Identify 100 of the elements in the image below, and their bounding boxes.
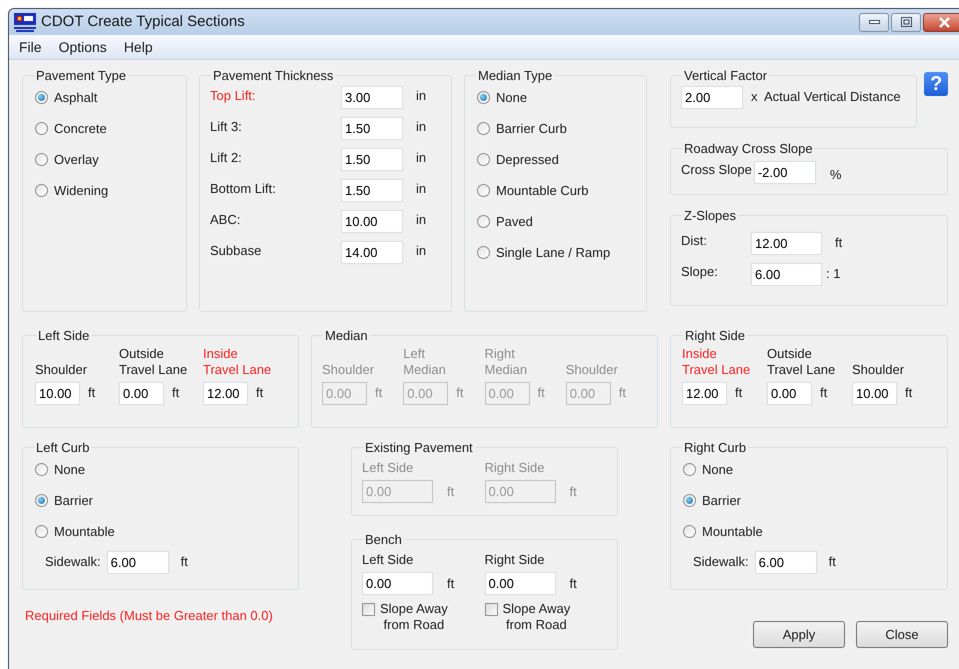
radio-button[interactable] xyxy=(477,246,490,259)
unit-label: ft xyxy=(172,384,180,402)
help-button[interactable]: ? xyxy=(924,72,948,96)
number-field[interactable]: 10.00 xyxy=(35,382,80,404)
radio-label: Mountable Curb xyxy=(496,182,588,200)
radio-button[interactable] xyxy=(35,122,48,135)
field-label: Bottom Lift: xyxy=(210,180,277,198)
radio-label: Widening xyxy=(54,182,108,200)
unit-label: ft xyxy=(256,384,264,402)
radio-label: Mountable xyxy=(54,522,115,541)
group-title: Roadway Cross Slope xyxy=(683,140,814,158)
unit-label: in xyxy=(416,118,426,134)
minimize-button[interactable] xyxy=(859,12,889,32)
field-label: Left Side xyxy=(362,550,414,568)
radio-button[interactable] xyxy=(683,463,696,476)
unit-label: in xyxy=(416,150,426,164)
number-field[interactable]: 1.50 xyxy=(341,178,403,202)
unit-label: ft xyxy=(735,384,742,402)
number-field[interactable]: 0.00 xyxy=(362,572,433,595)
field-label: Left Median xyxy=(403,346,447,378)
number-field[interactable]: 2.00 xyxy=(681,86,743,108)
menu-item[interactable]: Help xyxy=(124,36,153,58)
menu-item[interactable]: File xyxy=(19,36,42,58)
unit-label: ft xyxy=(835,235,842,250)
group-title: Z-Slopes xyxy=(683,207,738,225)
number-field[interactable]: 1.50 xyxy=(341,148,403,170)
field-label: Right Side xyxy=(484,458,546,477)
radio-button[interactable] xyxy=(35,184,48,197)
radio-button[interactable] xyxy=(477,215,490,228)
number-field[interactable]: 12.00 xyxy=(751,232,822,254)
unit-label: ft xyxy=(538,384,545,402)
number-field[interactable]: 12.00 xyxy=(682,382,727,404)
unit-label: in xyxy=(416,242,426,258)
number-field[interactable]: 3.00 xyxy=(341,86,403,108)
field-label: Outside Travel Lane xyxy=(767,346,836,378)
number-field[interactable]: 6.00 xyxy=(754,550,817,574)
number-field[interactable]: 0.00 xyxy=(484,572,556,595)
radio-button[interactable] xyxy=(35,153,48,166)
unit-label: ft xyxy=(180,554,188,570)
radio-button[interactable] xyxy=(683,494,696,507)
group-title: Right Side xyxy=(684,327,746,345)
group-title: Median xyxy=(324,327,369,345)
radio-button[interactable] xyxy=(35,494,48,507)
unit-label: ft xyxy=(447,482,454,501)
number-field[interactable]: 12.00 xyxy=(203,382,248,404)
radio-button[interactable] xyxy=(683,525,696,538)
checkbox-label: Slope Away from Road xyxy=(380,601,448,633)
unit-label: : 1 xyxy=(826,266,840,282)
radio-button[interactable] xyxy=(35,525,48,538)
radio-label: Barrier xyxy=(54,492,94,510)
group-title: Left Curb xyxy=(35,439,90,457)
radio-button[interactable] xyxy=(35,463,48,476)
number-field[interactable]: 14.00 xyxy=(341,240,403,264)
checkbox[interactable] xyxy=(484,603,498,616)
field-label: ABC: xyxy=(210,210,242,228)
field-label: Cross Slope xyxy=(681,160,752,179)
number-field[interactable]: 1.50 xyxy=(341,116,403,140)
field-label: Sidewalk: xyxy=(45,553,101,572)
field-label: Lift 2: xyxy=(210,148,243,166)
close-button[interactable] xyxy=(923,12,959,32)
number-field[interactable]: 0.00 xyxy=(767,382,812,404)
field-label: Dist: xyxy=(681,232,708,250)
group-title: Bench xyxy=(364,531,403,549)
dialog-button[interactable]: Close xyxy=(856,621,948,648)
checkbox[interactable] xyxy=(362,603,375,616)
field-label: Outside Travel Lane xyxy=(119,346,188,378)
field-label: Shoulder xyxy=(322,360,376,378)
radio-label: Asphalt xyxy=(54,88,98,107)
unit-label: ft xyxy=(447,574,454,593)
radio-label: None xyxy=(54,460,86,479)
unit-label: ft xyxy=(570,574,577,593)
radio-button[interactable] xyxy=(477,153,490,166)
maximize-button[interactable] xyxy=(891,12,921,32)
dialog-button[interactable]: Apply xyxy=(753,621,845,648)
field-label: Inside Travel Lane xyxy=(203,346,272,378)
field-label: Subbase xyxy=(210,242,262,260)
radio-button[interactable] xyxy=(477,91,490,104)
radio-label: Depressed xyxy=(496,150,559,169)
window-title: CDOT Create Typical Sections xyxy=(41,12,245,32)
number-field[interactable]: 6.00 xyxy=(751,262,822,286)
radio-label: Mountable xyxy=(702,522,763,541)
number-field[interactable]: 10.00 xyxy=(852,382,897,404)
menu-item[interactable]: Options xyxy=(58,36,107,58)
radio-label: Barrier Curb xyxy=(496,120,567,138)
radio-label: Single Lane / Ramp xyxy=(496,244,610,262)
radio-button[interactable] xyxy=(477,184,490,197)
number-field[interactable]: 6.00 xyxy=(106,550,169,574)
field-label: Sidewalk: xyxy=(693,553,749,572)
radio-button[interactable] xyxy=(477,122,490,135)
close-icon xyxy=(938,16,950,28)
field-label: Slope: xyxy=(681,263,719,282)
app-logo-icon xyxy=(14,12,36,32)
radio-label: Overlay xyxy=(54,150,99,169)
required-fields-note: Required Fields (Must be Greater than 0.0) xyxy=(25,607,274,625)
radio-button[interactable] xyxy=(35,91,48,104)
field-label: Shoulder xyxy=(35,360,88,378)
number-field[interactable]: 0.00 xyxy=(119,382,164,404)
number-field[interactable]: -2.00 xyxy=(754,160,816,184)
number-field[interactable]: 10.00 xyxy=(341,210,403,232)
radio-label: None xyxy=(496,88,528,107)
